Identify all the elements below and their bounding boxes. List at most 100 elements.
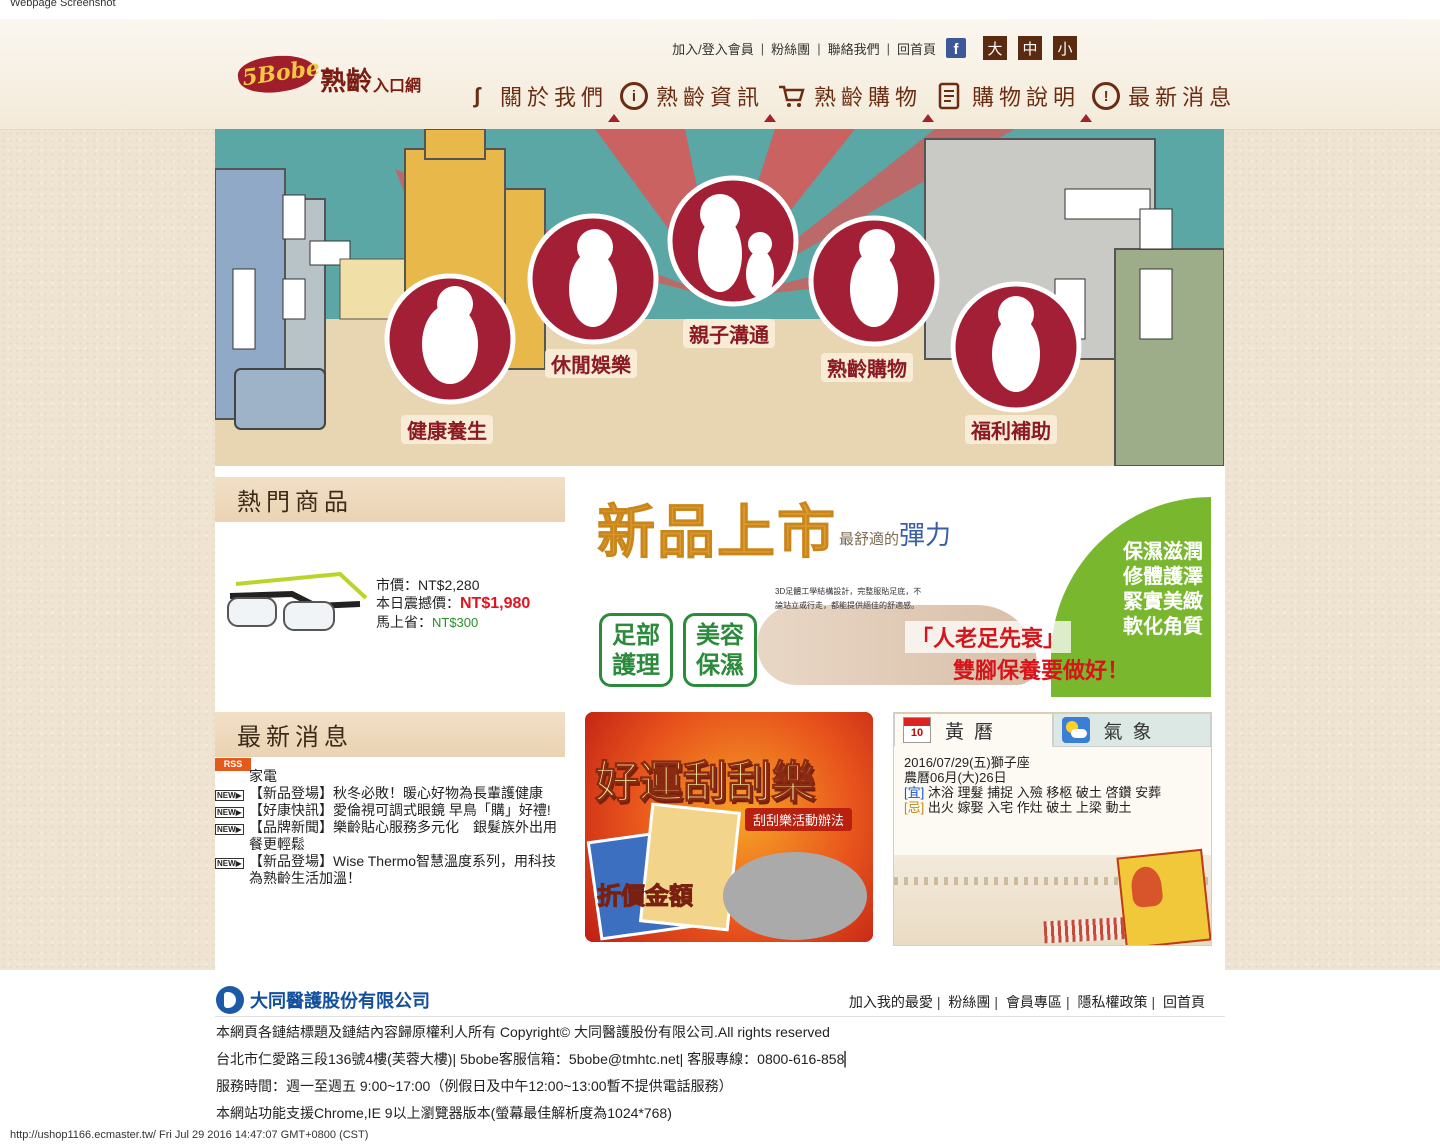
banner-category-welfare[interactable]: 福利補助 (965, 415, 1057, 444)
new-product-title: 新品上市 (596, 498, 838, 567)
link-separator: | (994, 994, 999, 1010)
list-item[interactable]: NEW▶ 【品牌新聞】樂齡貼心服務多元化 銀髮族外出用餐更輕鬆 (215, 819, 565, 853)
info-circle-icon: i (620, 82, 649, 110)
list-item[interactable]: NEW▶ 【新品登場】Wise Thermo智慧溫度系列，用科技為熟齡生活加溫！ (215, 853, 565, 887)
banner-category-family[interactable]: 親子溝通 (683, 319, 775, 348)
document-icon-svg (938, 82, 960, 110)
latest-news-heading: 最新消息 (215, 712, 565, 757)
feature-item: 修體護澤 (1123, 564, 1203, 588)
cart-icon (776, 81, 806, 111)
tab-almanac[interactable]: 10 黃曆 (894, 713, 1053, 747)
logo-subtitle: 入口網 (373, 78, 422, 95)
feature-list: 保濕滋潤 修體護澤 緊實美緻 軟化角質 (1123, 539, 1203, 639)
font-size-large-button[interactable]: 大 (983, 36, 1007, 60)
triangle-icon (922, 114, 935, 122)
news-partial-item[interactable]: 家電 (215, 768, 565, 785)
facebook-icon[interactable]: f (946, 38, 966, 58)
home-link[interactable]: 回首頁 (897, 39, 936, 58)
news-circle-icon: ! (1092, 82, 1121, 110)
site-logo[interactable]: 5Bobe 熟齡 入口網 (235, 50, 422, 98)
fanpage-link[interactable]: 粉絲團 (771, 39, 810, 58)
company-logo[interactable]: 大同醫護股份有限公司 (216, 986, 430, 1014)
lottery-rules-link[interactable]: 刮刮樂活動辦法 (745, 808, 853, 831)
new-product-banner[interactable]: 新品上市 最舒適的彈力 保濕滋潤 修體護澤 緊實美緻 軟化角質 3D足體工學結構… (587, 477, 1211, 697)
weather-icon (1061, 717, 1090, 743)
tab-weather-label: 氣象 (1103, 720, 1162, 743)
link-separator: | (1151, 994, 1156, 1010)
font-size-medium-button[interactable]: 中 (1018, 36, 1042, 60)
save-amount: NT$300 (432, 615, 479, 630)
tab-weather[interactable]: 氣象 (1052, 713, 1211, 747)
almanac-poster-image (1116, 848, 1211, 945)
company-logo-icon (216, 986, 244, 1014)
product-prices: 市價：NT$2,280 本日震撼價：NT$1,980 馬上省：NT$300 (376, 576, 530, 632)
new-badge: NEW▶ (215, 858, 244, 869)
triangle-icon (608, 114, 621, 122)
news-title[interactable]: 【品牌新聞】樂齡貼心服務多元化 銀髮族外出用餐更輕鬆 (249, 819, 565, 853)
save-label: 馬上省： (376, 614, 432, 630)
market-price: NT$2,280 (418, 577, 480, 593)
logo-mark: 5Bobe (235, 50, 321, 98)
nav-about[interactable]: ʃ 關於我們 (462, 80, 608, 112)
lottery-title: 好運刮刮樂 (595, 757, 816, 809)
link-separator: | (817, 40, 821, 56)
almanac-yi-row: [宜] 沐浴 理髮 捕捉 入殮 移柩 破土 啓鑽 安葬 (904, 785, 1201, 800)
favorite-link[interactable]: 加入我的最愛 (849, 994, 933, 1010)
link-separator: | (760, 40, 765, 56)
browser-support-text: 本網站功能支援Chrome,IE 9以上瀏覽器版本(螢幕最佳解析度為1024*7… (216, 1105, 672, 1121)
banner-category-shopping[interactable]: 熟齡購物 (821, 353, 913, 382)
footer-fanpage-link[interactable]: 粉絲團 (948, 994, 990, 1010)
nav-news[interactable]: ! 最新消息 (1080, 80, 1236, 122)
save-row: 馬上省：NT$300 (376, 613, 530, 632)
banner-category-health[interactable]: 健康養生 (401, 415, 493, 444)
privacy-link[interactable]: 隱私權政策 (1077, 994, 1147, 1010)
yi-text: 沐浴 理髮 捕捉 入殮 移柩 破土 啓鑽 安葬 (927, 785, 1162, 800)
list-item[interactable]: NEW▶ 【好康快訊】愛倫視可調式眼鏡 早鳥「購」好禮! (215, 802, 565, 819)
link-separator: | (886, 40, 890, 56)
news-title[interactable]: 【好康快訊】愛倫視可調式眼鏡 早鳥「購」好禮! (249, 802, 565, 819)
slogan-line-2: 雙腳保養要做好！ (953, 659, 1130, 684)
footer-home-link[interactable]: 回首頁 (1163, 994, 1205, 1010)
product-image-glasses[interactable] (220, 568, 370, 640)
today-price-row: 本日震撼價：NT$1,980 (376, 594, 530, 613)
market-price-label: 市價： (376, 577, 418, 593)
scratch-area[interactable] (723, 852, 867, 940)
contact-link[interactable]: 聯絡我們 (828, 39, 880, 58)
lottery-banner[interactable]: 好運刮刮樂 刮刮樂活動辦法 折價金額 (585, 712, 873, 942)
slogan-line-1: 「人老足先衰」 (905, 621, 1072, 653)
service-hours-text: 服務時間：週一至週五 9:00~17:00（例假日及中午12:00~13:00暫… (216, 1078, 733, 1094)
address-text: 台北市仁愛路三段136號4樓(芙蓉大樓)| 5bobe客服信箱：5bobe@tm… (216, 1051, 856, 1067)
calendar-icon-number: 10 (910, 727, 924, 739)
feature-item: 軟化角質 (1123, 614, 1203, 638)
feature-item: 緊實美緻 (1123, 589, 1203, 613)
login-link[interactable]: 加入/登入會員 (672, 39, 754, 58)
calendar-strip-image (1043, 916, 1135, 944)
banner-category-leisure[interactable]: 休閒娛樂 (545, 349, 637, 378)
nav-label: 熟齡購物 (814, 86, 923, 111)
news-title[interactable]: 【新品登場】Wise Thermo智慧溫度系列，用科技為熟齡生活加溫！ (249, 853, 565, 887)
link-separator: | (1065, 994, 1070, 1010)
lottery-card-image (638, 802, 742, 932)
new-product-subtitle: 最舒適的彈力 (839, 515, 951, 552)
discount-label: 折價金額 (597, 882, 694, 911)
top-links: 加入/登入會員 | 粉絲團 | 聯絡我們 | 回首頁 f 大 中 小 (672, 36, 1077, 60)
member-area-link[interactable]: 會員專區 (1006, 994, 1062, 1010)
beauty-badge: 美容保濕 (683, 613, 757, 687)
nav-shopping[interactable]: 熟齡購物 (764, 80, 923, 122)
cart-icon-svg (779, 85, 805, 107)
news-title[interactable]: 【新品登場】秋冬必敗！暖心好物為長輩護健康 (249, 785, 565, 802)
copyright-text: 本網頁各鏈結標題及鏈結內容歸原權利人所有 Copyright© 大同醫護股份有限… (216, 1024, 830, 1040)
almanac-widget: 10 黃曆 氣象 2016/07/29(五)獅子座 農曆06月(大)26日 [宜… (893, 712, 1212, 946)
feature-item: 保濕滋潤 (1123, 539, 1203, 563)
new-badge: NEW▶ (215, 790, 244, 801)
subtitle-main: 彈力 (899, 520, 952, 550)
nav-info[interactable]: i 熟齡資訊 (608, 80, 764, 122)
list-item[interactable]: NEW▶ 【新品登場】秋冬必敗！暖心好物為長輩護健康 (215, 785, 565, 802)
today-price: NT$1,980 (460, 595, 531, 612)
new-badge: NEW▶ (215, 824, 244, 835)
font-size-small-button[interactable]: 小 (1053, 36, 1077, 60)
foot-care-badge: 足部護理 (599, 613, 673, 687)
nav-guide[interactable]: 購物說明 (922, 80, 1080, 122)
footer-links: 加入我的最愛 | 粉絲團 | 會員專區 | 隱私權政策 | 回首頁 (849, 992, 1205, 1012)
tab-almanac-label: 黃曆 (945, 720, 1004, 743)
